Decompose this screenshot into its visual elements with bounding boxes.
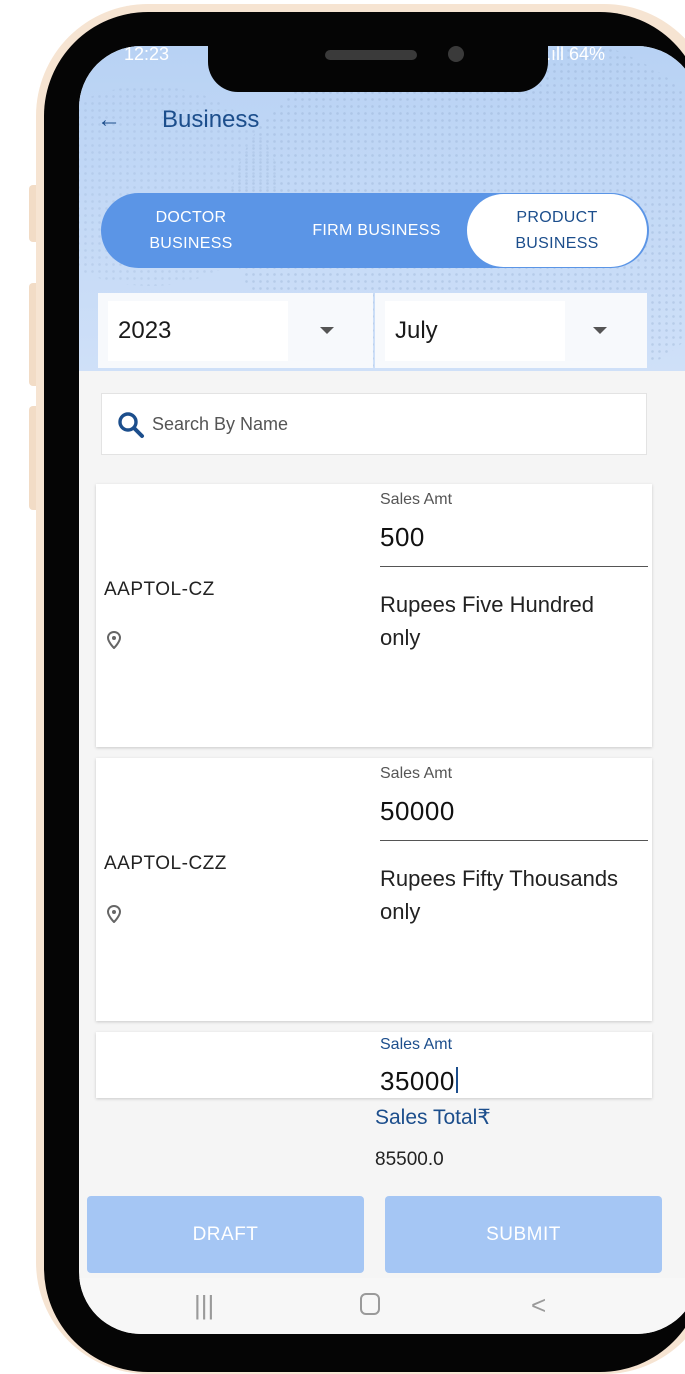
text-cursor bbox=[455, 1067, 458, 1093]
product-name: AAPTOL-CZ bbox=[104, 579, 215, 600]
amount-in-words: Rupees Five Hundred only bbox=[380, 592, 601, 650]
list-item: AAPTOL-CZZ Sales Amt 50000 Rupees Fifty … bbox=[96, 758, 652, 1021]
tab-firm-business[interactable]: FIRM BUSINESS bbox=[284, 193, 469, 268]
input-underline bbox=[380, 566, 648, 567]
app-screen: 12:23 .ıll 64% ← Business DOCTOR BUSINES… bbox=[79, 46, 685, 1334]
status-time: 12:23 bbox=[124, 46, 170, 64]
search-input[interactable]: Search By Name bbox=[101, 393, 647, 455]
system-nav-bar: ||| < bbox=[79, 1278, 685, 1334]
sales-amt-input[interactable]: 35000 bbox=[380, 1066, 458, 1097]
signal-icon: .ıll bbox=[546, 46, 570, 64]
search-icon bbox=[118, 412, 144, 438]
back-arrow-icon[interactable]: ← bbox=[97, 106, 121, 134]
battery-level: 64% bbox=[569, 46, 606, 64]
search-placeholder: Search By Name bbox=[152, 414, 289, 434]
year-value: 2023 bbox=[108, 301, 288, 361]
app-header: 12:23 .ıll 64% ← Business DOCTOR BUSINES… bbox=[79, 46, 685, 371]
front-camera bbox=[448, 46, 464, 62]
chevron-down-icon bbox=[320, 327, 334, 334]
product-name: AAPTOL-CZZ bbox=[104, 853, 227, 874]
earpiece-speaker bbox=[325, 50, 417, 60]
submit-button[interactable]: SUBMIT bbox=[385, 1196, 662, 1273]
list-item: Sales Amt 35000 bbox=[96, 1032, 652, 1098]
list-item: AAPTOL-CZ Sales Amt 500 Rupees Five Hund… bbox=[96, 484, 652, 747]
sales-amt-label: Sales Amt bbox=[380, 1036, 453, 1053]
sales-amt-label: Sales Amt bbox=[380, 491, 453, 508]
sales-amt-label: Sales Amt bbox=[380, 765, 453, 782]
page-title: Business bbox=[162, 106, 260, 133]
back-icon[interactable]: < bbox=[531, 1290, 546, 1321]
sales-total-value: 85500.0 bbox=[375, 1149, 444, 1170]
month-value: July bbox=[385, 301, 565, 361]
year-dropdown[interactable]: 2023 bbox=[98, 293, 373, 368]
draft-button[interactable]: DRAFT bbox=[87, 1196, 364, 1273]
sales-amt-value: 35000 bbox=[380, 1066, 455, 1096]
tab-product-business[interactable]: PRODUCT BUSINESS bbox=[467, 194, 647, 267]
home-icon[interactable] bbox=[360, 1293, 380, 1315]
location-pin-icon bbox=[107, 631, 121, 649]
location-pin-icon bbox=[107, 905, 121, 923]
recent-apps-icon[interactable]: ||| bbox=[194, 1290, 214, 1321]
business-type-tabs: DOCTOR BUSINESS FIRM BUSINESS PRODUCT BU… bbox=[101, 193, 649, 268]
input-underline bbox=[380, 840, 648, 841]
sales-total-label: Sales Total₹ bbox=[375, 1106, 491, 1129]
camera-notch bbox=[208, 46, 548, 92]
tab-doctor-business[interactable]: DOCTOR BUSINESS bbox=[111, 193, 271, 268]
month-dropdown[interactable]: July bbox=[375, 293, 647, 368]
status-battery: .ıll 64% bbox=[546, 46, 605, 65]
sales-amt-input[interactable]: 50000 bbox=[380, 796, 455, 827]
sales-amt-input[interactable]: 500 bbox=[380, 522, 425, 553]
chevron-down-icon bbox=[593, 327, 607, 334]
amount-in-words: Rupees Fifty Thousands only bbox=[380, 866, 637, 924]
